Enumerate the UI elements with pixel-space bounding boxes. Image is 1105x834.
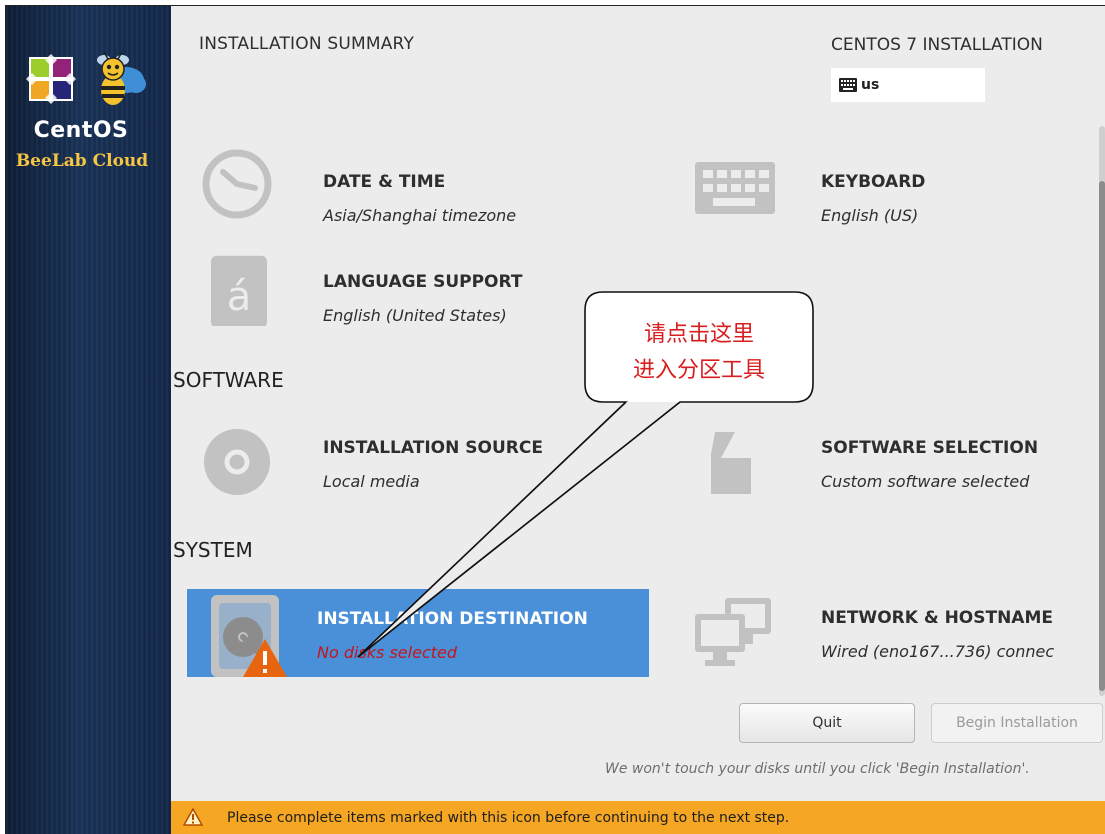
bee-cloud-icon	[97, 51, 146, 105]
keyboard-layout-label: us	[861, 77, 880, 93]
warning-icon	[183, 808, 203, 826]
spoke-status: No disks selected	[317, 643, 458, 662]
spoke-title: SOFTWARE SELECTION	[821, 438, 1039, 458]
centos-logo-icon	[26, 54, 76, 104]
keyboard-icon	[695, 162, 775, 214]
keyboard-icon	[839, 78, 857, 92]
page-title: INSTALLATION SUMMARY	[199, 34, 415, 54]
brand-logo: CentOS BeeLab Cloud	[6, 6, 171, 196]
brand-subtitle: BeeLab Cloud	[15, 151, 149, 171]
spoke-language-support[interactable]: á LANGUAGE SUPPORT English (United State…	[171, 254, 522, 342]
spoke-keyboard[interactable]: KEYBOARD English (US)	[691, 148, 1091, 236]
keyboard-layout-indicator[interactable]: us	[831, 68, 985, 102]
spoke-title: INSTALLATION DESTINATION	[317, 609, 588, 629]
disc-icon	[204, 429, 270, 495]
section-heading-system: SYSTEM	[173, 538, 253, 562]
spoke-status: English (United States)	[323, 306, 507, 325]
warning-message: Please complete items marked with this i…	[227, 810, 790, 826]
package-icon	[711, 432, 751, 494]
installation-summary-hub: INSTALLATION SUMMARY CENTOS 7 INSTALLATI…	[171, 6, 1105, 834]
spoke-installation-source[interactable]: INSTALLATION SOURCE Local media	[171, 424, 543, 512]
section-heading-software: SOFTWARE	[173, 368, 284, 392]
warning-bar: Please complete items marked with this i…	[171, 801, 1105, 834]
begin-installation-button[interactable]: Begin Installation	[931, 703, 1103, 743]
spoke-status: English (US)	[821, 206, 919, 225]
spoke-date-time[interactable]: DATE & TIME Asia/Shanghai timezone	[171, 148, 516, 236]
language-icon: á	[211, 255, 267, 326]
scrollbar-thumb[interactable]	[1099, 181, 1105, 691]
spoke-title: DATE & TIME	[323, 172, 446, 192]
spoke-status: Asia/Shanghai timezone	[323, 206, 517, 225]
sidebar: CentOS BeeLab Cloud	[6, 6, 171, 834]
spoke-status: Custom software selected	[821, 472, 1030, 491]
scrollbar[interactable]	[1099, 126, 1105, 696]
spoke-network-hostname[interactable]: NETWORK & HOSTNAME Wired (eno167...736) …	[691, 596, 1101, 684]
spoke-title: KEYBOARD	[821, 172, 926, 192]
brand-name: CentOS	[33, 118, 129, 143]
spoke-status: Local media	[323, 472, 420, 491]
spoke-title: NETWORK & HOSTNAME	[821, 608, 1053, 628]
svg-text:á: á	[227, 274, 252, 320]
product-title: CENTOS 7 INSTALLATION	[831, 35, 1043, 55]
disk-safety-hint: We won't touch your disks until you clic…	[605, 761, 1030, 777]
installer-window: CentOS BeeLab Cloud INSTALLATION SUMMARY…	[5, 5, 1105, 834]
spoke-status: Wired (eno167...736) connec	[821, 642, 1055, 661]
hard-disk-icon	[211, 595, 287, 677]
clock-icon	[202, 149, 272, 219]
spoke-software-selection[interactable]: SOFTWARE SELECTION Custom software selec…	[691, 424, 1091, 512]
quit-button[interactable]: Quit	[739, 703, 915, 743]
network-icon	[695, 598, 771, 666]
spoke-title: LANGUAGE SUPPORT	[323, 272, 523, 292]
spoke-installation-destination[interactable]: INSTALLATION DESTINATION No disks select…	[187, 589, 649, 677]
spoke-title: INSTALLATION SOURCE	[323, 438, 543, 458]
